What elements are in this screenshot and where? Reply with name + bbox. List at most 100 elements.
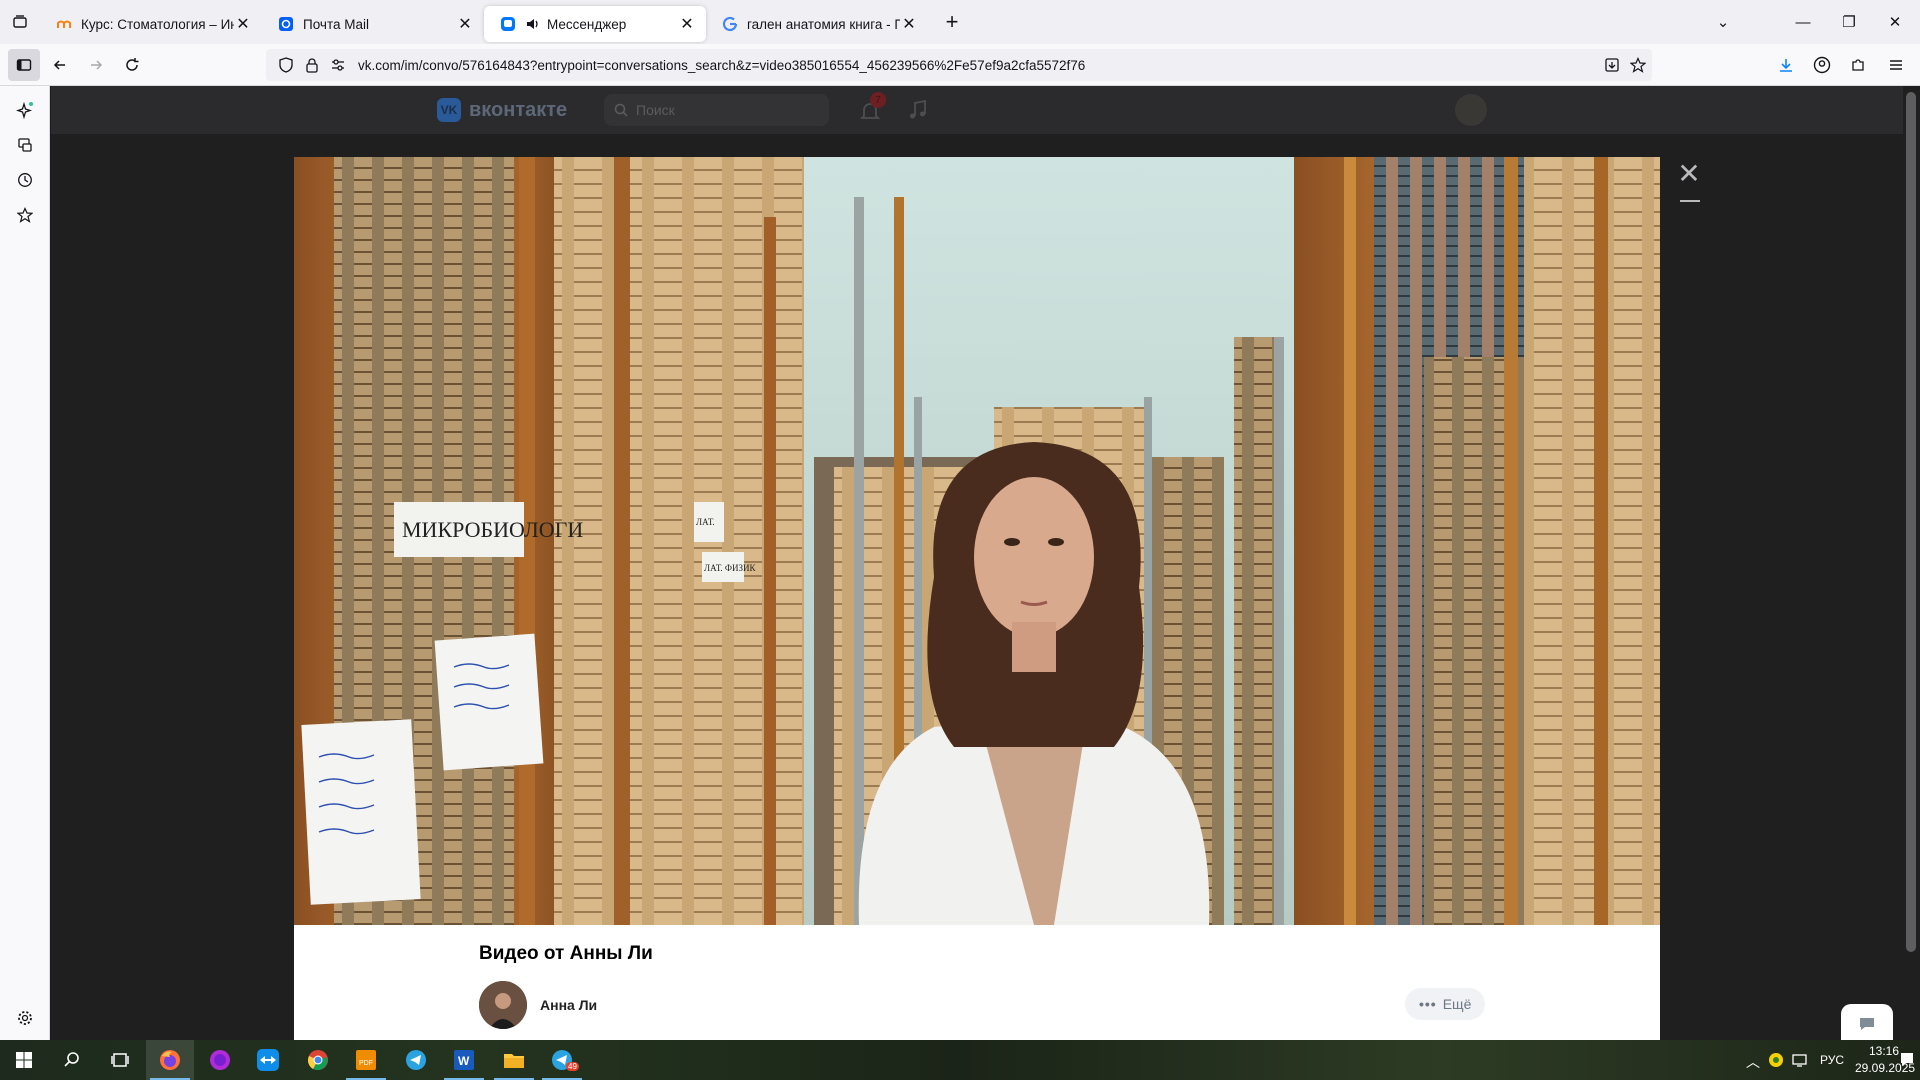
taskbar-pdf-app[interactable]: PDF (342, 1040, 390, 1080)
tab-google[interactable]: гален анатомия книга - Поиск ✕ (706, 6, 928, 42)
list-all-tabs-button[interactable]: ⌄ (1700, 0, 1746, 44)
back-button[interactable] (44, 49, 76, 81)
arrow-right-icon (91, 60, 103, 70)
restore-window-button[interactable]: ❐ (1826, 0, 1872, 44)
account-button[interactable] (1806, 49, 1838, 81)
search-icon (614, 103, 628, 117)
download-icon (1780, 59, 1792, 72)
close-tab-icon[interactable]: ✕ (678, 15, 696, 33)
minimize-video-button[interactable] (1680, 200, 1700, 202)
show-hidden-icons-button[interactable]: ︿ (1746, 1052, 1760, 1072)
bookmark-star-icon[interactable] (1626, 53, 1650, 77)
language-indicator[interactable]: РУС (1820, 1053, 1844, 1067)
vk-header: VK вконтакте Поиск 7 (51, 86, 1903, 134)
forward-button[interactable] (80, 49, 112, 81)
clock-time[interactable]: 13:16 (1869, 1044, 1899, 1058)
vk-profile-avatar[interactable] (1455, 94, 1487, 126)
telegram-unread-badge: 49 (566, 1062, 579, 1071)
close-video-button[interactable]: ✕ (1674, 157, 1704, 189)
network-icon[interactable] (1792, 1052, 1810, 1068)
mail-icon (278, 16, 294, 32)
author-name[interactable]: Анна Ли (540, 997, 597, 1013)
windows-logo-icon (16, 1052, 32, 1068)
extensions-button[interactable] (1842, 49, 1874, 81)
minimize-window-button[interactable]: — (1780, 0, 1826, 44)
plus-icon: + (945, 9, 959, 34)
taskbar-teamviewer[interactable] (244, 1040, 292, 1080)
hamburger-menu-icon (1890, 60, 1902, 70)
chrome-icon (308, 1050, 328, 1071)
task-view-button[interactable] (96, 1040, 144, 1080)
vk-logo[interactable]: VK вконтакте (437, 98, 567, 122)
more-dots-icon: ••• (1419, 996, 1437, 1012)
folder-icon (504, 1054, 524, 1068)
bookmarks-button[interactable] (9, 199, 41, 231)
author-avatar[interactable] (479, 981, 527, 1029)
taskbar-telegram-2[interactable]: 49 (538, 1040, 586, 1080)
tracking-protection-icon[interactable] (274, 53, 298, 77)
url-text[interactable]: vk.com/im/convo/576164843?entrypoint=con… (358, 58, 1085, 73)
vk-messenger-icon (500, 16, 516, 32)
close-tab-icon[interactable]: ✕ (900, 15, 918, 33)
sign-small-1: ЛАТ. (696, 517, 715, 527)
svg-text:PDF: PDF (359, 1060, 373, 1067)
speaker-icon[interactable] (525, 16, 541, 32)
search-button[interactable] (48, 1040, 96, 1080)
downloads-button[interactable] (1770, 49, 1802, 81)
taskbar-file-explorer[interactable] (490, 1040, 538, 1080)
page-content: VK вконтакте Поиск 7 МИКРОБИОЛОГИ ЛАТ. Л… (51, 86, 1903, 1040)
sidebar-toggle-button[interactable] (8, 49, 40, 81)
taskbar-chrome[interactable] (294, 1040, 342, 1080)
taskbar-telegram[interactable] (392, 1040, 440, 1080)
video-info-panel: Видео от Анны Ли Анна Ли ••• Ещё (294, 925, 1660, 1040)
sidebar-settings-button[interactable] (9, 1002, 41, 1034)
firefox-icon (160, 1050, 180, 1070)
new-tab-button[interactable]: + (934, 4, 970, 40)
taskbar-word[interactable]: W (440, 1040, 488, 1080)
video-frame[interactable]: МИКРОБИОЛОГИ ЛАТ. ЛАТ. ФИЗИК (294, 157, 1660, 925)
address-bar[interactable]: vk.com/im/convo/576164843?entrypoint=con… (266, 49, 1652, 81)
reload-button[interactable] (116, 49, 148, 81)
start-button[interactable] (0, 1040, 48, 1080)
chats-button[interactable] (1841, 1004, 1893, 1040)
video-player-modal: МИКРОБИОЛОГИ ЛАТ. ЛАТ. ФИЗИК Видео от Ан… (294, 157, 1660, 1040)
svg-text:W: W (458, 1054, 470, 1068)
synced-tabs-button[interactable] (9, 129, 41, 161)
ai-chatbot-button[interactable] (9, 94, 41, 126)
close-icon: ✕ (1677, 157, 1701, 189)
chat-bubble-icon (1860, 1018, 1874, 1030)
close-window-button[interactable]: ✕ (1872, 0, 1918, 44)
search-icon (64, 1052, 79, 1067)
tab-list-button[interactable] (0, 0, 40, 44)
lock-icon[interactable] (300, 53, 324, 77)
notification-badge: 7 (870, 92, 886, 108)
history-button[interactable] (9, 164, 41, 196)
reload-icon (126, 58, 139, 71)
tab-moodle[interactable]: Курс: Стоматология – Иностра ✕ (40, 6, 262, 42)
sign-microbiology: МИКРОБИОЛОГИ (402, 517, 583, 542)
vk-search-input[interactable]: Поиск (604, 94, 829, 126)
tab-messenger[interactable]: Мессенджер ✕ (484, 6, 706, 42)
notifications-icon[interactable] (1898, 1050, 1916, 1068)
restore-icon: ❐ (1842, 14, 1856, 31)
sidebar-icon (16, 59, 32, 71)
security-tray-icon[interactable] (1768, 1052, 1784, 1068)
taskbar-app-purple[interactable] (196, 1040, 244, 1080)
tab-title: Мессенджер (547, 16, 627, 32)
puzzle-icon (1852, 59, 1864, 71)
taskbar-firefox[interactable] (146, 1040, 194, 1080)
scrollbar-thumb[interactable] (1906, 92, 1916, 952)
close-tab-icon[interactable]: ✕ (456, 15, 474, 33)
close-tab-icon[interactable]: ✕ (234, 15, 252, 33)
browser-sidebar (0, 86, 50, 1040)
reader-view-icon[interactable] (1600, 53, 1624, 77)
permissions-icon[interactable] (326, 53, 350, 77)
more-button[interactable]: ••• Ещё (1405, 988, 1486, 1020)
windows-taskbar: PDF W 49 ︿ РУС 13:16 29.09.2025 (0, 1040, 1920, 1080)
tab-mail[interactable]: Почта Mail ✕ (262, 6, 484, 42)
telegram-icon (406, 1050, 426, 1070)
music-icon[interactable] (906, 98, 930, 122)
vk-logo-text: вконтакте (469, 98, 568, 121)
app-menu-button[interactable] (1880, 49, 1912, 81)
tab-bar: Курс: Стоматология – Иностра ✕ Почта Mai… (0, 0, 1920, 44)
